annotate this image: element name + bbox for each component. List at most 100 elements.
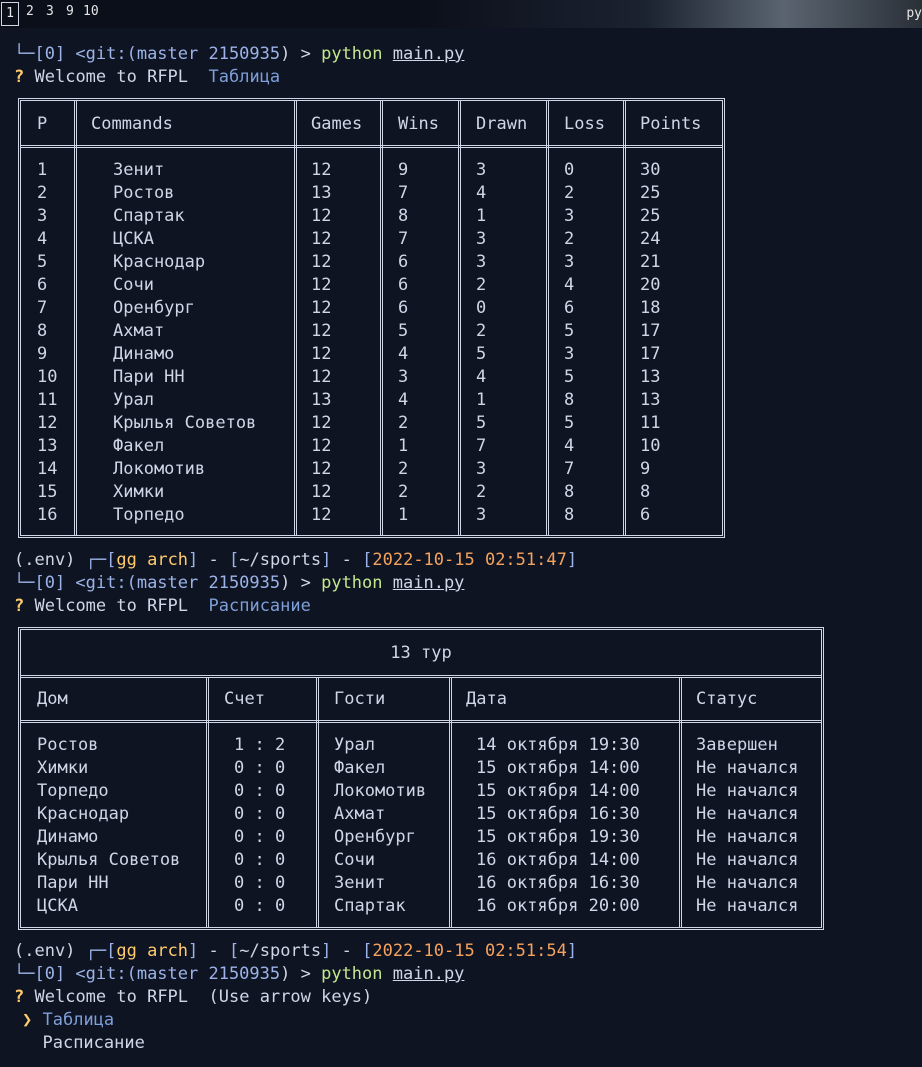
standings-cell: 13 bbox=[311, 183, 332, 203]
standings-cell: 7 bbox=[476, 436, 487, 456]
schedule-cell: 16 октября 16:30 bbox=[476, 873, 640, 893]
git-suffix: ) > bbox=[280, 573, 311, 593]
standings-cell: 5 bbox=[476, 413, 487, 433]
timestamp: 2022-10-15 02:51:54 bbox=[372, 941, 567, 961]
standings-cell: 12 bbox=[311, 344, 332, 364]
menu-option-schedule[interactable]: Расписание bbox=[22, 1032, 145, 1054]
schedule-cell: ЦСКА bbox=[37, 896, 78, 916]
standings-cell: Химки bbox=[113, 482, 165, 502]
standings-cell: 12 bbox=[311, 367, 332, 387]
schedule-cell: 15 октября 14:00 bbox=[476, 781, 640, 801]
standings-cell: 0 bbox=[564, 160, 575, 180]
standings-cell: 8 bbox=[398, 206, 409, 226]
schedule-cell: Не начался bbox=[696, 804, 799, 824]
standings-cell: 10 bbox=[37, 367, 58, 387]
standings-cell: 5 bbox=[564, 367, 575, 387]
standings-cell: 3 bbox=[476, 160, 487, 180]
standings-cell: 9 bbox=[640, 459, 651, 479]
workspace-2[interactable]: 2 bbox=[26, 4, 34, 19]
header-date: Дата bbox=[466, 689, 507, 709]
standings-cell: 12 bbox=[311, 160, 332, 180]
header-drawn: Drawn bbox=[476, 114, 528, 134]
standings-cell: Пари НН bbox=[113, 367, 185, 387]
schedule-cell: Ростов bbox=[37, 735, 99, 755]
schedule-cell: 0 : 0 bbox=[234, 781, 286, 801]
schedule-cell: Краснодар bbox=[37, 804, 130, 824]
hint-text: (Use arrow keys) bbox=[208, 987, 373, 1007]
header-p: P bbox=[37, 114, 48, 134]
git-branch: master 2150935 bbox=[136, 964, 281, 984]
standings-cell: 3 bbox=[476, 229, 487, 249]
workspace-10[interactable]: 10 bbox=[83, 4, 99, 19]
user-host: gg arch bbox=[116, 941, 189, 961]
standings-cell: 7 bbox=[398, 183, 409, 203]
standings-cell: 4 bbox=[398, 344, 409, 364]
standings-cell: 3 bbox=[37, 206, 48, 226]
top-bar: 1 2 3 9 10 py bbox=[0, 0, 922, 28]
git-prompt-line-3: └─[0] <git:(master 2150935) > python mai… bbox=[14, 963, 464, 985]
standings-cell: 8 bbox=[564, 482, 575, 502]
standings-cell: 11 bbox=[37, 390, 58, 410]
header-loss: Loss bbox=[564, 114, 605, 134]
standings-cell: 7 bbox=[564, 459, 575, 479]
standings-cell: 3 bbox=[564, 206, 575, 226]
standings-cell: 6 bbox=[398, 252, 409, 272]
workspace-3[interactable]: 3 bbox=[46, 4, 54, 19]
workspace-1[interactable]: 1 bbox=[1, 2, 19, 26]
schedule-cell: Торпедо bbox=[37, 781, 109, 801]
top-bar-right-text: py bbox=[906, 6, 922, 21]
schedule-cell: 14 октября 19:30 bbox=[476, 735, 640, 755]
command: python bbox=[321, 964, 383, 984]
standings-cell: 21 bbox=[640, 252, 661, 272]
schedule-cell: Факел bbox=[334, 758, 386, 778]
standings-cell: 2 bbox=[398, 459, 409, 479]
standings-cell: 12 bbox=[311, 252, 332, 272]
menu-option-table[interactable]: ❯ Таблица bbox=[22, 1009, 114, 1031]
schedule-cell: 0 : 0 bbox=[234, 827, 286, 847]
env-label: (.env) bbox=[14, 941, 76, 961]
standings-cell: Динамо bbox=[113, 344, 175, 364]
shell-prompt-line-2: (.env) ┌─[gg arch] - [~/sports] - [2022-… bbox=[14, 941, 578, 961]
standings-cell: Сочи bbox=[113, 275, 154, 295]
standings-cell: Оренбург bbox=[113, 298, 195, 318]
schedule-cell: Крылья Советов bbox=[37, 850, 181, 870]
shell-prompt-line-1: (.env) ┌─[gg arch] - [~/sports] - [2022-… bbox=[14, 550, 578, 570]
standings-cell: 3 bbox=[564, 252, 575, 272]
git-prefix: └─[0] <git:( bbox=[14, 573, 137, 593]
welcome-text: Welcome to RFPL bbox=[34, 596, 189, 616]
git-prompt-line-2: └─[0] <git:(master 2150935) > python mai… bbox=[14, 572, 464, 594]
standings-cell: 15 bbox=[37, 482, 58, 502]
standings-cell: 20 bbox=[640, 275, 661, 295]
standings-cell: 7 bbox=[398, 229, 409, 249]
standings-cell: 13 bbox=[640, 390, 661, 410]
selected-answer: Таблица bbox=[208, 67, 281, 87]
standings-cell: 12 bbox=[311, 459, 332, 479]
standings-cell: 6 bbox=[398, 298, 409, 318]
menu-option-schedule-label: Расписание bbox=[42, 1033, 145, 1053]
standings-cell: 8 bbox=[564, 505, 575, 525]
git-branch: master 2150935 bbox=[136, 44, 281, 64]
timestamp: 2022-10-15 02:51:47 bbox=[372, 550, 567, 570]
cwd: ~/sports bbox=[239, 941, 322, 961]
welcome-line-1: ? Welcome to RFPL Таблица bbox=[14, 66, 280, 88]
standings-cell: 3 bbox=[564, 344, 575, 364]
schedule-cell: Не начался bbox=[696, 850, 799, 870]
standings-cell: 1 bbox=[398, 436, 409, 456]
standings-cell: 12 bbox=[311, 298, 332, 318]
command: python bbox=[321, 44, 383, 64]
standings-cell: 11 bbox=[640, 413, 661, 433]
standings-cell: Урал bbox=[113, 390, 154, 410]
workspace-9[interactable]: 9 bbox=[66, 4, 74, 19]
standings-cell: 12 bbox=[311, 413, 332, 433]
standings-cell: 2 bbox=[476, 482, 487, 502]
schedule-cell: 16 октября 20:00 bbox=[476, 896, 640, 916]
standings-cell: 4 bbox=[37, 229, 48, 249]
standings-cell: Ахмат bbox=[113, 321, 165, 341]
standings-cell: 4 bbox=[398, 390, 409, 410]
standings-cell: 5 bbox=[564, 413, 575, 433]
standings-cell: 0 bbox=[476, 298, 487, 318]
standings-cell: Локомотив bbox=[113, 459, 206, 479]
schedule-table: 13 тур Дом Счет Гости Дата Статус Ростов… bbox=[18, 627, 824, 930]
git-suffix: ) > bbox=[280, 44, 311, 64]
standings-cell: 2 bbox=[564, 183, 575, 203]
